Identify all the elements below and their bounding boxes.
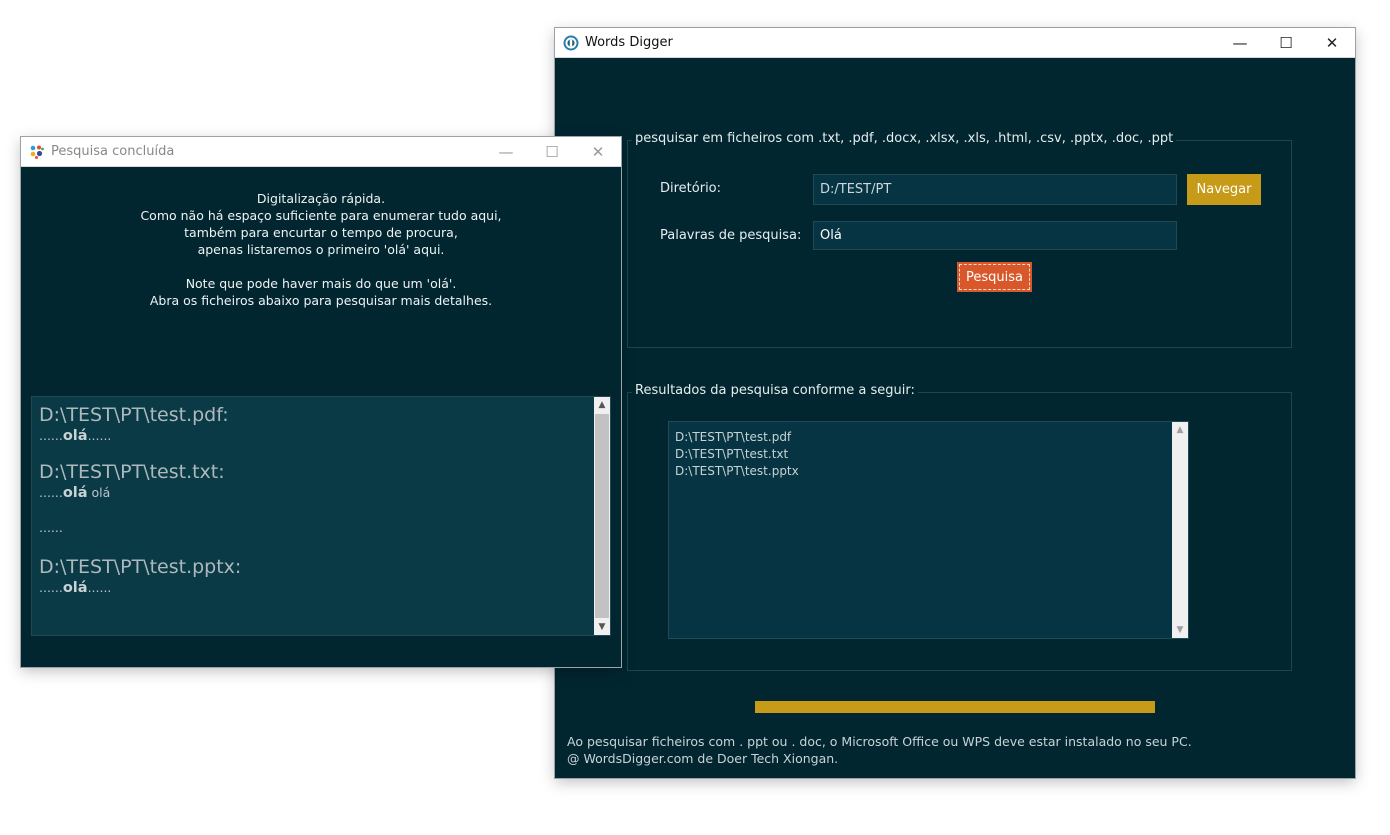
words-digger-window: Words Digger — ☐ ✕ pesquisar em ficheiro… (555, 28, 1355, 778)
keywords-label: Palavras de pesquisa: (660, 228, 802, 243)
list-item[interactable]: D:\TEST\PT\test.pptx (675, 463, 799, 480)
result-file-path: D:\TEST\PT\test.pptx: (39, 556, 242, 578)
result-entry: D:\TEST\PT\test.pptx: ......olá...... (39, 555, 590, 597)
result-file-path: D:\TEST\PT\test.pdf: (39, 404, 229, 426)
footer-line-copyright: @ WordsDigger.com de Doer Tech Xiongan. (567, 751, 839, 766)
message-line: Digitalização rápida. (256, 191, 386, 206)
result-entry: D:\TEST\PT\test.pdf: ......olá...... (39, 403, 590, 445)
results-scrollbar[interactable]: ▲ ▼ (1172, 422, 1188, 638)
result-entry: D:\TEST\PT\test.txt: ......olá olá .....… (39, 460, 590, 537)
words-digger-app-icon (563, 35, 579, 50)
dialog-results-scrollbar[interactable]: ▲ ▼ (594, 397, 610, 635)
message-line: apenas listaremos o primeiro 'olá' aqui. (197, 242, 445, 257)
maximize-button[interactable]: ☐ (529, 137, 575, 166)
dialog-titlebar[interactable]: Pesquisa concluída — ☐ ✕ (21, 137, 621, 167)
search-complete-dialog: Pesquisa concluída — ☐ ✕ Digitalização r… (21, 137, 621, 667)
dialog-title: Pesquisa concluída (51, 144, 175, 159)
window-title: Words Digger (585, 35, 673, 50)
browse-button[interactable]: Navegar (1187, 174, 1261, 205)
footer-line-office: Ao pesquisar ficheiros com . ppt ou . do… (567, 734, 1192, 749)
scroll-up-icon[interactable]: ▲ (1172, 422, 1188, 438)
search-group-label: pesquisar em ficheiros com .txt, .pdf, .… (632, 131, 1177, 146)
scroll-down-icon[interactable]: ▼ (594, 619, 610, 635)
directory-input[interactable]: D:/TEST/PT (813, 174, 1177, 205)
result-snippet: ......olá olá (39, 485, 111, 501)
search-button[interactable]: Pesquisa (957, 262, 1032, 292)
result-snippet: ......olá...... (39, 428, 112, 444)
keywords-input[interactable]: Olá (813, 221, 1177, 250)
footer-note: Ao pesquisar ficheiros com . ppt ou . do… (567, 733, 1192, 767)
minimize-button[interactable]: — (1217, 28, 1263, 57)
colored-dots-app-icon (30, 145, 44, 159)
message-line: Como não há espaço suficiente para enume… (140, 208, 502, 223)
results-items: D:\TEST\PT\test.pdf D:\TEST\PT\test.txt … (675, 429, 799, 480)
scroll-up-icon[interactable]: ▲ (594, 397, 610, 413)
result-snippet-extra: ...... (39, 520, 63, 535)
message-line: também para encurtar o tempo de procura, (184, 225, 458, 240)
dialog-message: Digitalização rápida. Como não há espaço… (21, 190, 621, 309)
list-item[interactable]: D:\TEST\PT\test.pdf (675, 429, 799, 446)
results-list[interactable]: D:\TEST\PT\test.pdf D:\TEST\PT\test.txt … (668, 421, 1189, 639)
results-group-label: Resultados da pesquisa conforme a seguir… (632, 383, 918, 398)
close-button[interactable]: ✕ (575, 137, 621, 166)
dialog-results-content: D:\TEST\PT\test.pdf: ......olá...... D:\… (39, 403, 590, 597)
directory-label: Diretório: (660, 181, 722, 196)
result-snippet: ......olá...... (39, 580, 112, 596)
close-button[interactable]: ✕ (1309, 28, 1355, 57)
scroll-down-icon[interactable]: ▼ (1172, 622, 1188, 638)
message-line: Abra os ficheiros abaixo para pesquisar … (149, 293, 493, 308)
list-item[interactable]: D:\TEST\PT\test.txt (675, 446, 799, 463)
message-line (21, 258, 621, 275)
result-file-path: D:\TEST\PT\test.txt: (39, 461, 225, 483)
progress-bar (755, 701, 1155, 713)
main-titlebar[interactable]: Words Digger — ☐ ✕ (555, 28, 1355, 58)
maximize-button[interactable]: ☐ (1263, 28, 1309, 57)
minimize-button[interactable]: — (483, 137, 529, 166)
scrollbar-thumb[interactable] (595, 414, 609, 618)
message-line: Note que pode haver mais do que um 'olá'… (185, 276, 457, 291)
dialog-results-box[interactable]: D:\TEST\PT\test.pdf: ......olá...... D:\… (31, 396, 611, 636)
